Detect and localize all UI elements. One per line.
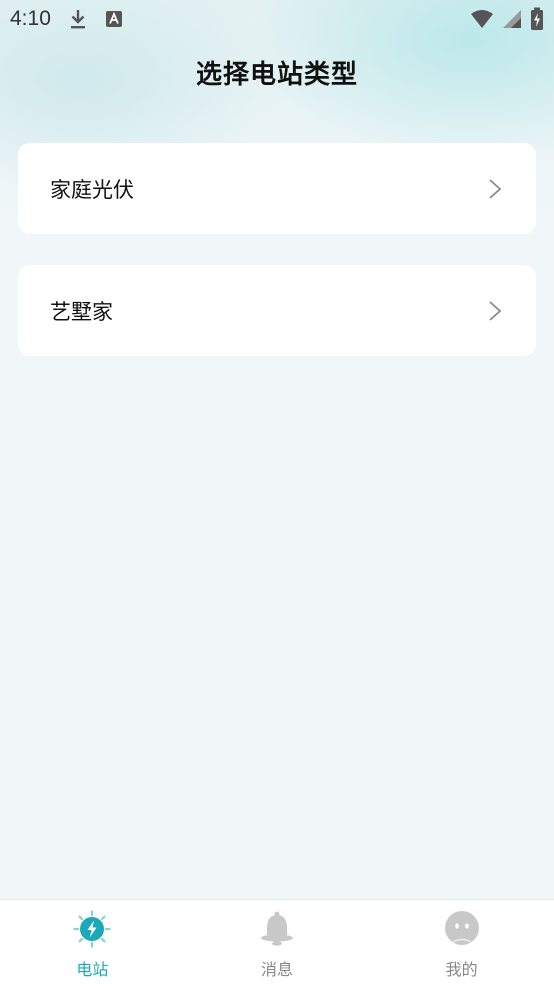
nav-label: 消息 [261,960,294,979]
chevron-right-icon [488,178,502,200]
plant-type-home-pv[interactable]: 家庭光伏 [18,143,536,234]
profile-face-icon [443,910,481,948]
power-station-icon [73,910,111,948]
font-a-icon [105,10,123,28]
status-time: 4:10 [10,7,51,30]
nav-tab-profile[interactable]: 我的 [369,900,554,984]
page-title: 选择电站类型 [195,60,358,90]
plant-type-label: 艺墅家 [50,299,113,324]
nav-label: 我的 [445,960,478,979]
download-icon [69,8,87,30]
plant-type-list: 家庭光伏 艺墅家 [18,143,536,387]
signal-icon [502,9,522,29]
bottom-nav: 电站 消息 我的 [0,899,554,984]
bell-icon [258,910,296,948]
nav-label: 电站 [76,960,109,979]
nav-tab-station[interactable]: 电站 [0,900,185,984]
wifi-icon [470,9,494,29]
status-bar: 4:10 [0,0,554,38]
plant-type-label: 家庭光伏 [50,177,134,202]
nav-tab-messages[interactable]: 消息 [185,900,370,984]
battery-charging-icon [530,7,544,31]
plant-type-villa[interactable]: 艺墅家 [18,265,536,356]
chevron-right-icon [488,300,502,322]
